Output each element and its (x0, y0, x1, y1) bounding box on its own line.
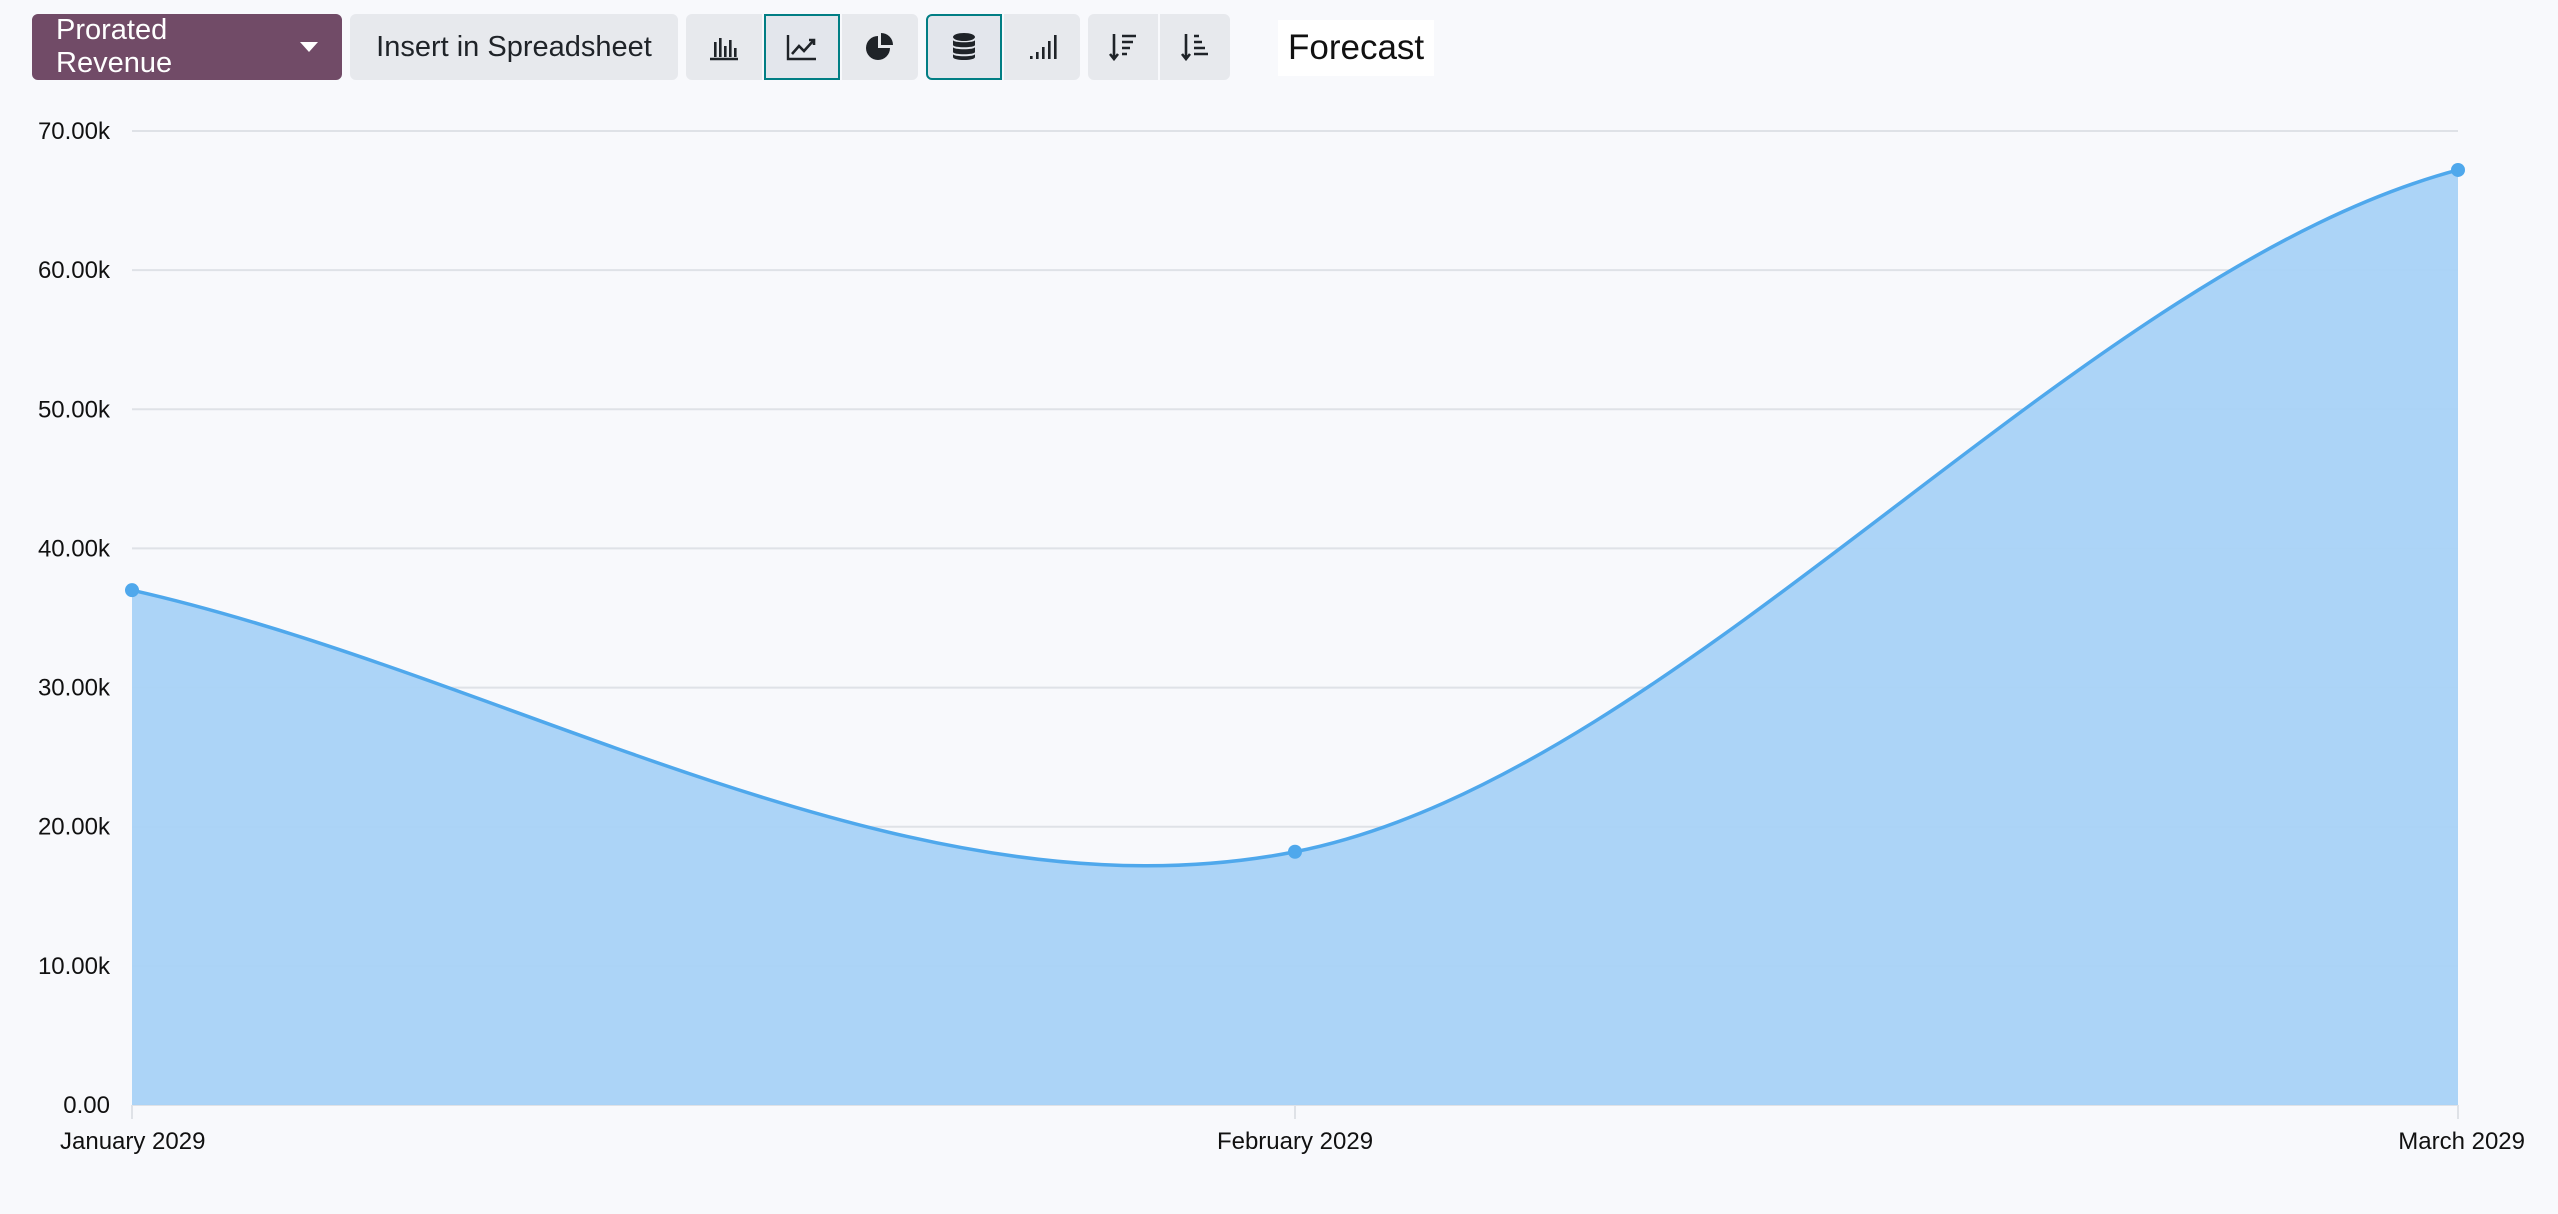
y-tick-label: 30.00k (38, 675, 111, 702)
line-chart: 0.00 10.00k 20.00k 30.00k 40.00k 50.00k 60.00k… (38, 118, 2525, 1155)
x-tick-label: March 2029 (2398, 1128, 2525, 1155)
y-tick-label: 60.00k (38, 257, 111, 284)
series-area (132, 169, 2458, 1105)
data-point[interactable] (1288, 844, 1302, 859)
data-point[interactable] (125, 583, 139, 598)
y-tick-label: 70.00k (38, 118, 111, 145)
y-tick-label: 0.00 (63, 1092, 110, 1119)
y-tick-label: 40.00k (38, 535, 111, 562)
y-tick-label: 10.00k (38, 953, 111, 980)
data-point[interactable] (2451, 162, 2465, 177)
y-tick-label: 20.00k (38, 814, 111, 841)
y-tick-label: 50.00k (38, 396, 111, 423)
x-tick-label: January 2029 (60, 1128, 205, 1155)
x-tick-label: February 2029 (1217, 1128, 1373, 1155)
